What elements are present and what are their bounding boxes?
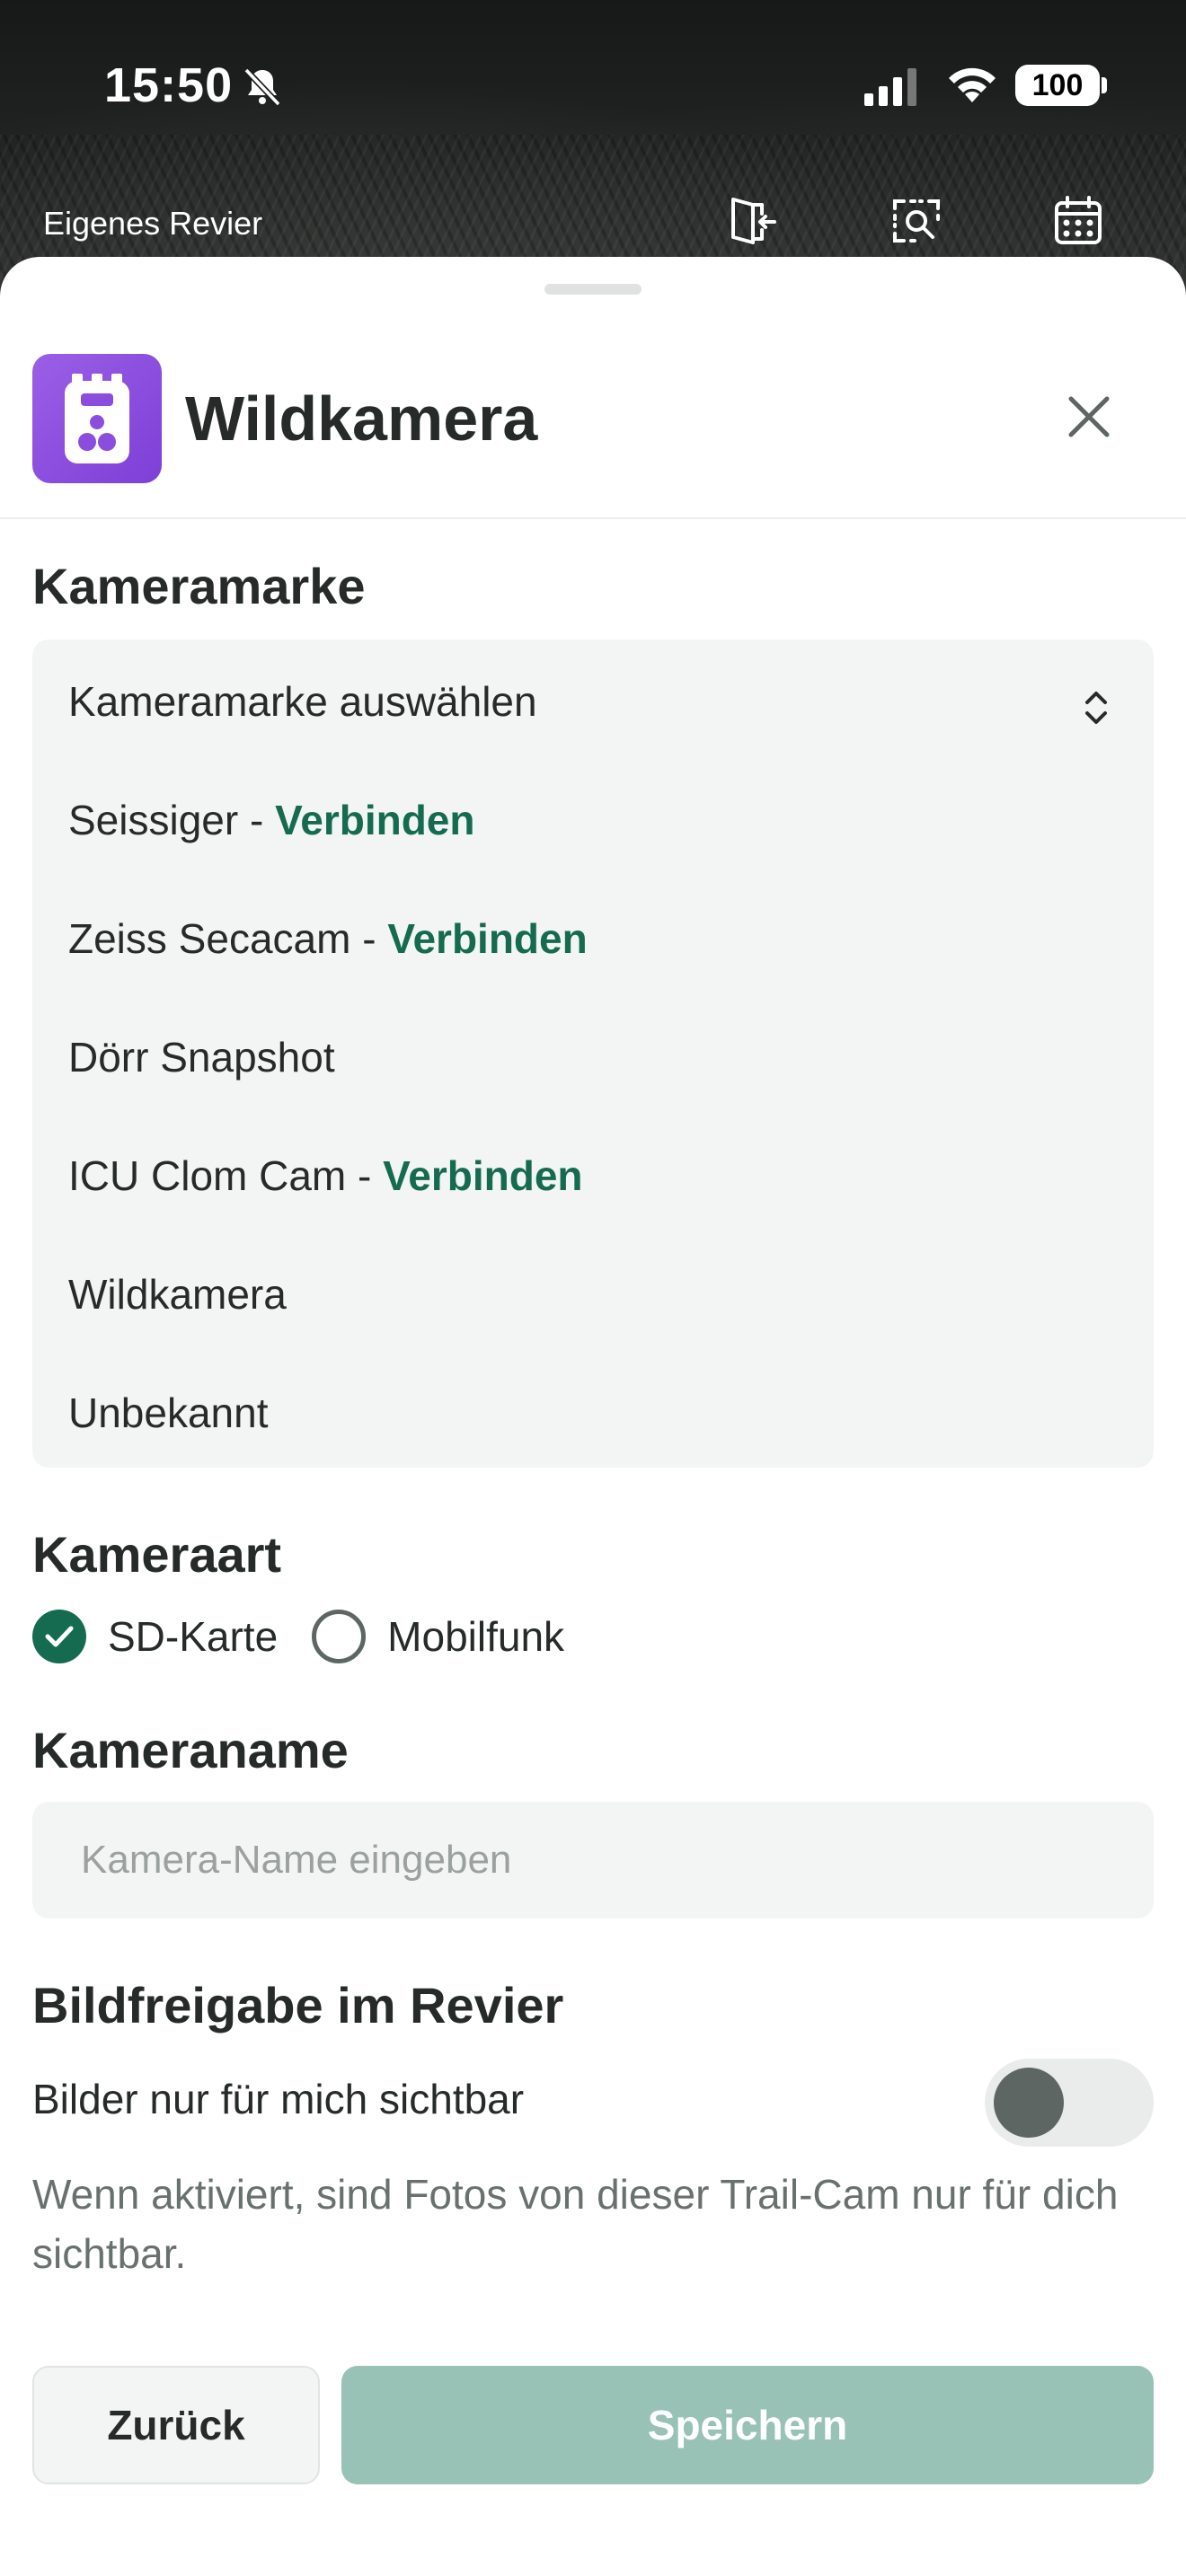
wifi-icon [949,67,996,102]
chevron-updown-icon[interactable] [1075,683,1118,733]
scan-search-icon[interactable] [890,194,943,248]
mobile-label[interactable]: Mobilfunk [387,1612,564,1661]
sd-card-radio-checked[interactable] [32,1610,86,1663]
battery-tip [1102,77,1107,93]
battery-indicator: 100 [1015,65,1100,106]
header-divider [0,517,1186,519]
checkmark-icon [45,1626,74,1647]
brand-option-icu-clom-cam[interactable]: ICU Clom Cam - Verbinden [68,1151,583,1200]
mobile-radio[interactable] [312,1610,367,1663]
connect-link[interactable]: Verbinden [387,915,587,962]
brand-select-label: Kameramarke auswählen [68,678,537,725]
close-icon[interactable] [1060,388,1118,446]
brand-option-doerr-snapshot[interactable]: Dörr Snapshot [68,1033,335,1081]
camera-type-title: Kameraart [32,1526,282,1583]
sheet-title: Wildkamera [185,384,538,454]
top-header: 15:50 100 Eigenes Revier [0,0,1186,296]
connect-link[interactable]: Verbinden [275,797,474,843]
brand-option-seissiger[interactable]: Seissiger - Verbinden [68,796,474,844]
connect-link[interactable]: Verbinden [383,1152,582,1199]
image-sharing-title: Bildfreigabe im Revier [32,1977,564,2033]
brand-select-trigger[interactable]: Kameramarke auswählen [68,677,537,726]
toggle-knob [994,2068,1064,2138]
trail-camera-icon [32,354,162,483]
cell-signal-icon [864,68,916,106]
camera-name-title: Kameraname [32,1722,349,1778]
brand-option-zeiss-secacam[interactable]: Zeiss Secacam - Verbinden [68,914,588,963]
camera-name-input[interactable] [32,1802,1154,1919]
bell-off-icon [243,67,281,107]
brand-select-list: Kameramarke auswählen Seissiger - Verbin… [32,640,1154,1468]
back-button[interactable]: Zurück [32,2366,320,2484]
camera-type-options: SD-Karte Mobilfunk [32,1610,564,1663]
status-time: 15:50 [104,58,234,112]
revier-label[interactable]: Eigenes Revier [43,205,262,243]
brand-option-unbekannt[interactable]: Unbekannt [68,1389,269,1437]
private-images-hint: Wenn aktiviert, sind Fotos von dieser Tr… [32,2171,1119,2277]
private-images-toggle[interactable] [985,2059,1154,2147]
sd-card-label[interactable]: SD-Karte [108,1612,278,1661]
save-button[interactable]: Speichern [341,2366,1154,2484]
sheet-grabber[interactable] [544,284,642,295]
calendar-icon[interactable] [1051,194,1105,248]
brand-option-wildkamera[interactable]: Wildkamera [68,1270,287,1319]
brand-section-title: Kameramarke [32,558,366,614]
bottom-sheet: Wildkamera Kameramarke Kameramarke auswä… [0,257,1186,2576]
private-images-label: Bilder nur für mich sichtbar [32,2076,525,2122]
door-enter-icon[interactable] [726,194,780,248]
